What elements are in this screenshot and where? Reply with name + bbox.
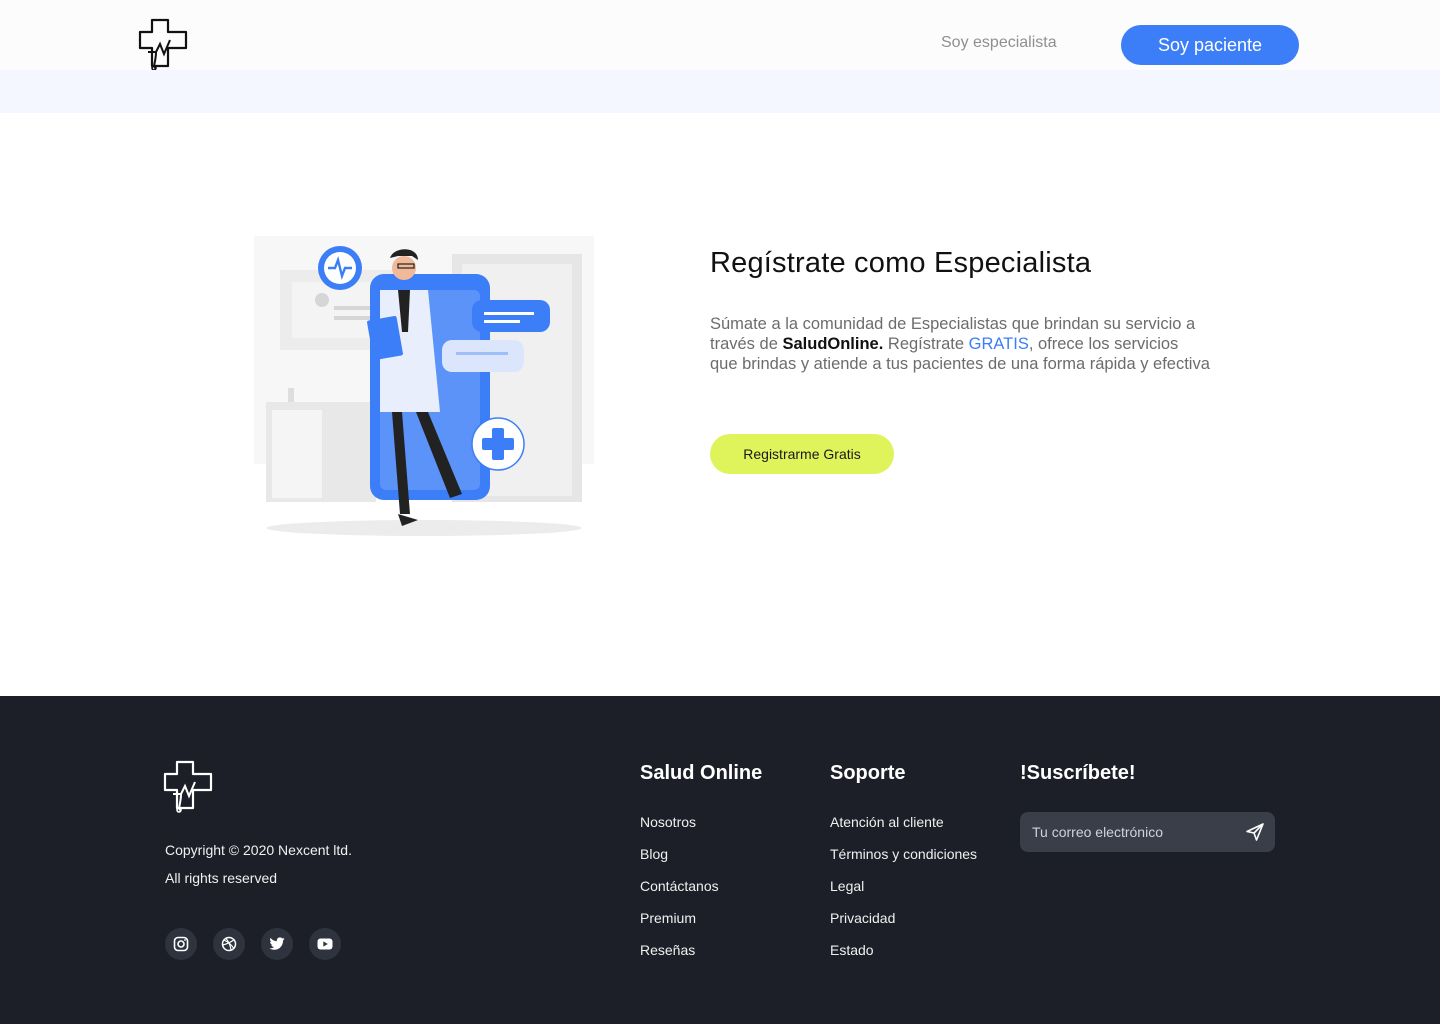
footer-link-resenas[interactable]: Reseñas [640,942,719,974]
twitter-icon[interactable] [261,928,293,960]
header-band [0,70,1440,113]
hero-title: Regístrate como Especialista [710,247,1092,279]
instagram-icon[interactable] [165,928,197,960]
subscribe-form [1020,812,1275,852]
hero-text-part2: Regístrate [883,335,969,353]
nav-button-paciente[interactable]: Soy paciente [1121,25,1299,65]
footer-col-title-salud-online: Salud Online [640,762,763,784]
send-icon[interactable] [1245,822,1265,842]
footer-col-salud-online: Nosotros Blog Contáctanos Premium Reseña… [640,814,719,974]
hero-brand-name: SaludOnline. [782,335,884,353]
register-free-button[interactable]: Registrarme Gratis [710,434,894,474]
hero-accent-gratis: GRATIS [968,335,1029,353]
footer-col-title-soporte: Soporte [830,762,906,784]
footer-link-contactanos[interactable]: Contáctanos [640,878,719,910]
dribbble-icon[interactable] [213,928,245,960]
footer-link-privacidad[interactable]: Privacidad [830,910,977,942]
footer-link-nosotros[interactable]: Nosotros [640,814,719,846]
site-header: Soy especialista Soy paciente [0,0,1440,71]
doctor-illustration [252,232,597,542]
nav-link-especialista[interactable]: Soy especialista [941,34,1057,52]
subscribe-email-input[interactable] [1032,812,1232,852]
footer-link-premium[interactable]: Premium [640,910,719,942]
medical-cross-logo-icon[interactable] [138,18,190,71]
footer-logo-icon[interactable] [163,760,215,814]
youtube-icon[interactable] [309,928,341,960]
footer-link-atencion[interactable]: Atención al cliente [830,814,977,846]
footer-copyright: Copyright © 2020 Nexcent ltd. [165,842,352,858]
footer-rights: All rights reserved [165,870,278,886]
footer-col-soporte: Atención al cliente Términos y condicion… [830,814,977,974]
site-footer: Copyright © 2020 Nexcent ltd. All rights… [0,696,1440,1024]
footer-link-legal[interactable]: Legal [830,878,977,910]
hero-description: Súmate a la comunidad de Especialistas q… [710,314,1210,374]
footer-link-blog[interactable]: Blog [640,846,719,878]
subscribe-title: !Suscríbete! [1020,762,1136,784]
footer-link-estado[interactable]: Estado [830,942,977,974]
footer-link-terminos[interactable]: Términos y condiciones [830,846,977,878]
